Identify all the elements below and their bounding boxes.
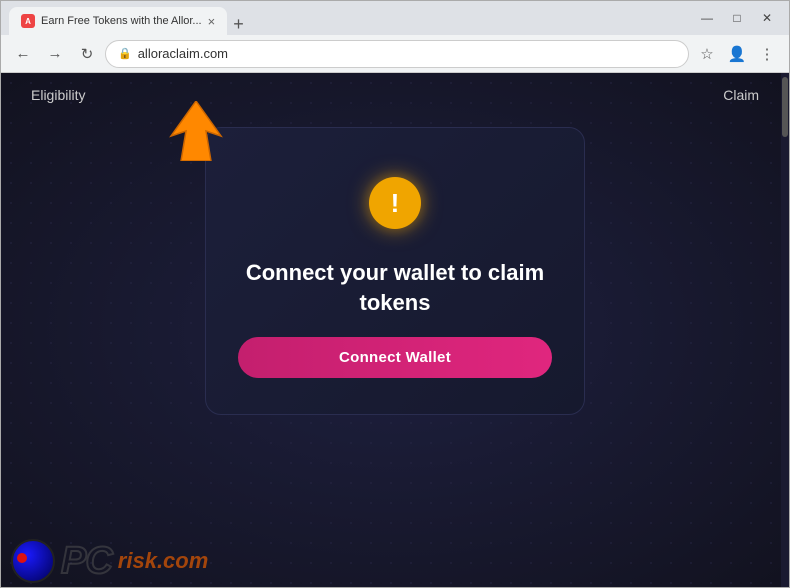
menu-button[interactable]: ⋮ (753, 40, 781, 68)
tab-close-button[interactable]: × (208, 15, 216, 28)
url-bar[interactable]: 🔒 alloraclaim.com (105, 40, 689, 68)
warning-icon-wrapper: ! (360, 168, 430, 238)
browser-window: A Earn Free Tokens with the Allor... × +… (0, 0, 790, 588)
tab-title: Earn Free Tokens with the Allor... (41, 15, 202, 27)
maximize-button[interactable]: □ (723, 7, 751, 29)
webpage: Eligibility Claim ! Connect your wallet … (1, 73, 789, 587)
connect-wallet-card: ! Connect your wallet to claim tokens Co… (205, 127, 585, 415)
tab-favicon: A (21, 14, 35, 28)
bookmark-star-button[interactable]: ☆ (693, 40, 721, 68)
back-button[interactable]: ← (9, 40, 37, 68)
close-window-button[interactable]: ✕ (753, 7, 781, 29)
scrollbar[interactable] (781, 73, 789, 587)
profile-button[interactable]: 👤 (723, 40, 751, 68)
scrollbar-thumb[interactable] (782, 77, 788, 137)
minimize-button[interactable]: — (693, 7, 721, 29)
connect-wallet-button[interactable]: Connect Wallet (238, 337, 552, 378)
main-content: ! Connect your wallet to claim tokens Co… (1, 117, 789, 587)
title-bar: A Earn Free Tokens with the Allor... × +… (1, 1, 789, 35)
eligibility-nav-item[interactable]: Eligibility (31, 87, 85, 103)
url-text: alloraclaim.com (138, 46, 228, 61)
address-bar-icons: ☆ 👤 ⋮ (693, 40, 781, 68)
lock-icon: 🔒 (118, 47, 132, 60)
address-bar: ← → ↻ 🔒 alloraclaim.com ☆ 👤 ⋮ (1, 35, 789, 73)
browser-tab[interactable]: A Earn Free Tokens with the Allor... × (9, 7, 227, 35)
forward-button[interactable]: → (41, 40, 69, 68)
claim-nav-item[interactable]: Claim (723, 87, 759, 103)
card-title: Connect your wallet to claim tokens (238, 258, 552, 317)
window-controls: — □ ✕ (693, 7, 781, 29)
page-nav: Eligibility Claim (1, 73, 789, 117)
tab-bar: A Earn Free Tokens with the Allor... × + (9, 1, 689, 35)
new-tab-button[interactable]: + (227, 14, 250, 35)
warning-icon: ! (369, 177, 421, 229)
reload-button[interactable]: ↻ (73, 40, 101, 68)
